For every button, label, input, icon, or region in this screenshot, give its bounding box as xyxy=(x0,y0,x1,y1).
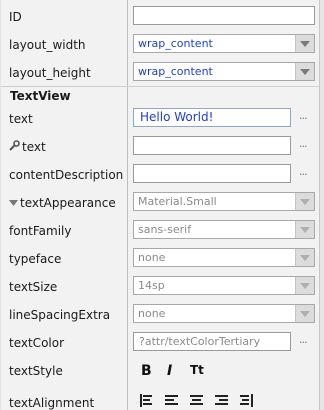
chevron-down-icon xyxy=(300,41,310,47)
layout-height-combo[interactable]: wrap_content xyxy=(133,62,315,81)
id-input[interactable] xyxy=(133,6,315,25)
align-start-icon[interactable] xyxy=(140,394,153,407)
text-size-combo[interactable]: 14sp xyxy=(133,276,315,295)
font-family-combo[interactable]: sans-serif xyxy=(133,220,315,239)
text-alignment-label: textAlignment xyxy=(9,396,95,410)
layout-width-label: layout_width xyxy=(9,38,86,52)
text-size-label: textSize xyxy=(9,280,58,294)
wrench-icon xyxy=(9,140,20,154)
chevron-down-icon xyxy=(300,255,310,261)
text-more-button[interactable]: ... xyxy=(299,109,307,122)
text-appearance-dropdown-button[interactable] xyxy=(295,193,314,210)
chevron-down-icon xyxy=(300,199,310,205)
text-appearance-value: Material.Small xyxy=(138,195,217,208)
typeface-combo[interactable]: none xyxy=(133,248,315,267)
panel-scrollbar[interactable] xyxy=(319,0,324,410)
section-separator xyxy=(1,86,319,87)
italic-toggle-icon[interactable]: I xyxy=(167,363,172,379)
text-style-label: textStyle xyxy=(9,364,63,378)
column-divider[interactable] xyxy=(127,0,128,410)
font-family-dropdown-button[interactable] xyxy=(295,221,314,238)
expand-triangle-icon[interactable] xyxy=(9,196,18,210)
align-end-icon[interactable] xyxy=(240,394,253,407)
textview-section-title: TextView xyxy=(10,89,71,103)
text-size-value: 14sp xyxy=(138,279,165,292)
layout-height-dropdown-button[interactable] xyxy=(295,63,314,80)
line-spacing-extra-label: lineSpacingExtra xyxy=(9,308,111,322)
all-caps-toggle-icon[interactable]: Tt xyxy=(190,363,204,377)
layout-width-value: wrap_content xyxy=(138,37,213,50)
tools-text-label-text: text xyxy=(22,140,46,154)
align-center-icon[interactable] xyxy=(190,394,203,407)
text-color-label: textColor xyxy=(9,336,65,350)
chevron-down-icon xyxy=(300,283,310,289)
chevron-down-icon xyxy=(300,69,310,75)
tools-text-label: text xyxy=(9,140,46,154)
typeface-label: typeface xyxy=(9,252,62,266)
text-input[interactable]: Hello World! xyxy=(133,108,291,127)
line-spacing-extra-dropdown-button[interactable] xyxy=(295,305,314,322)
typeface-value: none xyxy=(138,251,166,264)
content-description-label: contentDescription xyxy=(9,168,124,182)
panel-left-edge xyxy=(0,0,1,410)
align-right-icon[interactable] xyxy=(215,394,228,407)
typeface-dropdown-button[interactable] xyxy=(295,249,314,266)
layout-width-dropdown-button[interactable] xyxy=(295,35,314,52)
font-family-value: sans-serif xyxy=(138,223,192,236)
content-description-input[interactable] xyxy=(133,164,291,183)
text-label: text xyxy=(9,112,33,126)
font-family-label: fontFamily xyxy=(9,224,72,238)
text-appearance-label-text: textAppearance xyxy=(20,196,116,210)
chevron-down-icon xyxy=(300,311,310,317)
tools-text-more-button[interactable]: ... xyxy=(299,137,307,150)
tools-text-input[interactable] xyxy=(133,136,291,155)
chevron-down-icon xyxy=(300,227,310,233)
layout-height-value: wrap_content xyxy=(138,65,213,78)
text-color-input[interactable]: ?attr/textColorTertiary xyxy=(133,332,291,351)
line-spacing-extra-combo[interactable]: none xyxy=(133,304,315,323)
text-size-dropdown-button[interactable] xyxy=(295,277,314,294)
text-color-more-button[interactable]: ... xyxy=(299,333,307,346)
line-spacing-extra-value: none xyxy=(138,307,166,320)
text-appearance-combo[interactable]: Material.Small xyxy=(133,192,315,211)
text-appearance-label: textAppearance xyxy=(9,196,116,210)
content-description-more-button[interactable]: ... xyxy=(299,165,307,178)
layout-height-label: layout_height xyxy=(9,66,91,80)
bold-toggle-icon[interactable]: B xyxy=(141,363,152,379)
align-left-icon[interactable] xyxy=(165,394,178,407)
layout-width-combo[interactable]: wrap_content xyxy=(133,34,315,53)
id-label: ID xyxy=(9,10,22,24)
